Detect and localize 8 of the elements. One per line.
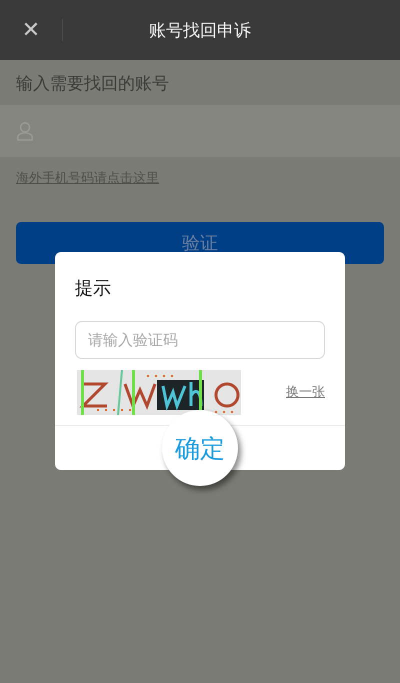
refresh-link[interactable]: 换一张 [286, 383, 325, 401]
close-button[interactable]: ✕ [0, 18, 62, 42]
dialog-title: 提示 [74, 277, 112, 301]
field-label: 输入需要找回的账号 [15, 73, 170, 96]
account-field[interactable] [0, 105, 400, 157]
captcha-input[interactable]: 请输入验证码 [75, 321, 325, 359]
confirm-button[interactable]: 确定 [162, 410, 238, 486]
page-title: 账号找回申诉 [149, 20, 251, 42]
